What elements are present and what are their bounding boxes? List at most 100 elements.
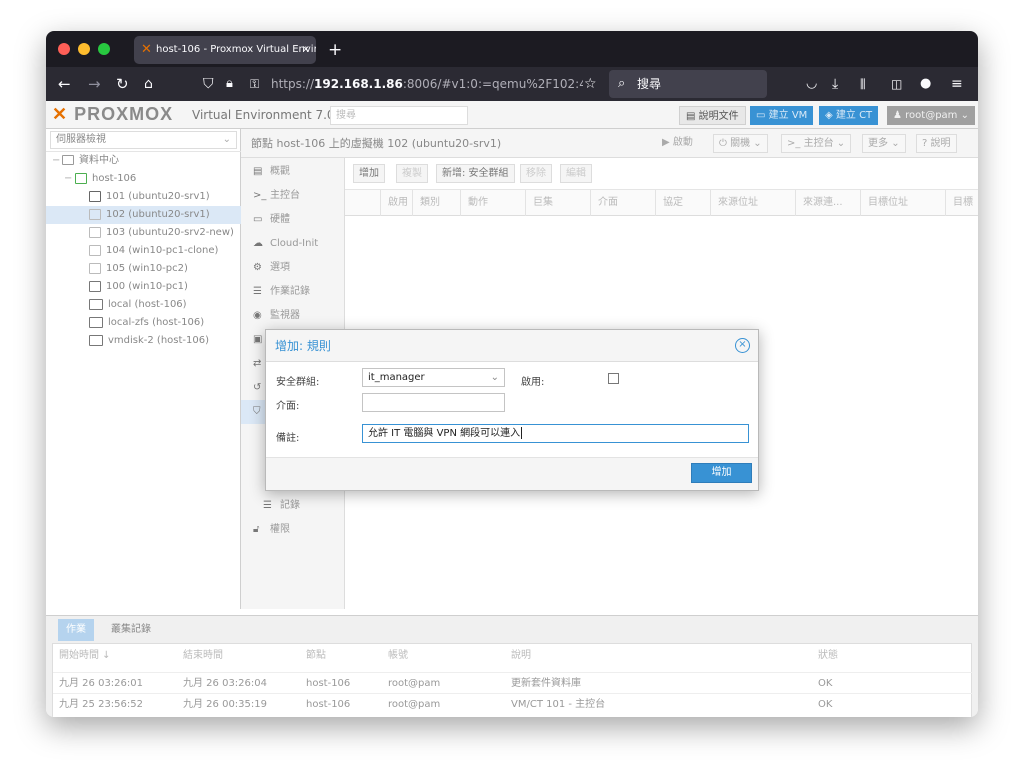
tab-tasks[interactable]: 作業 bbox=[58, 619, 94, 641]
pocket-icon[interactable]: ◡ bbox=[806, 67, 817, 101]
menu-icon[interactable]: ≡ bbox=[951, 67, 963, 101]
create-ct-label: 建立 CT bbox=[835, 110, 873, 121]
console-button[interactable]: >_ 主控台 ⌄ bbox=[781, 134, 852, 153]
user-menu-button[interactable]: ♟ root@pam ⌄ bbox=[887, 106, 975, 125]
start-button[interactable]: ▶ 啟動 bbox=[657, 134, 698, 153]
library-icon[interactable]: ⫼ bbox=[860, 67, 866, 101]
more-button[interactable]: 更多 ⌄ bbox=[862, 134, 906, 153]
vm-stopped-icon bbox=[89, 263, 101, 274]
nav-item-hardware[interactable]: ▭ 硬體 bbox=[241, 208, 345, 232]
tree-item-vm[interactable]: 101 (ubuntu20-srv1) bbox=[46, 188, 241, 206]
vm-stopped-icon bbox=[89, 209, 101, 220]
list-icon: ☰ bbox=[263, 500, 272, 511]
tree-item-datacenter[interactable]: − 資料中心 bbox=[46, 152, 241, 170]
tree-item-label: 101 (ubuntu20-srv1) bbox=[106, 191, 210, 202]
interface-input[interactable] bbox=[362, 393, 505, 412]
sidebar-icon[interactable]: ◫ bbox=[891, 67, 902, 101]
col-header[interactable]: 目標 bbox=[945, 190, 978, 216]
col-header[interactable]: 類別 bbox=[412, 190, 460, 216]
browser-search-box[interactable]: ⌕ 搜尋 bbox=[609, 70, 767, 98]
col-header[interactable]: 說明 bbox=[511, 644, 531, 668]
bookmark-star-icon[interactable]: ☆ bbox=[584, 67, 597, 101]
account-icon[interactable]: ● bbox=[920, 67, 931, 101]
tree-item-storage[interactable]: local-zfs (host-106) bbox=[46, 314, 241, 332]
insert-security-group-button[interactable]: 新增: 安全群組 bbox=[436, 164, 515, 183]
add-rule-button[interactable]: 增加 bbox=[353, 164, 385, 183]
tab-title: host-106 - Proxmox Virtual Envir bbox=[156, 44, 316, 55]
create-vm-button[interactable]: ▭ 建立 VM bbox=[750, 106, 814, 125]
nav-item-task-history[interactable]: ☰ 作業記錄 bbox=[241, 280, 345, 304]
minimize-window-button[interactable] bbox=[78, 43, 90, 55]
header-search-input[interactable]: 搜尋 bbox=[330, 106, 468, 125]
tab-cluster-log[interactable]: 叢集記錄 bbox=[103, 619, 159, 641]
docs-button[interactable]: ▤ 說明文件 bbox=[679, 106, 746, 125]
col-header[interactable]: 協定 bbox=[655, 190, 710, 216]
permissions-key-icon[interactable]: ⚿ bbox=[250, 67, 259, 101]
help-button[interactable]: ? 說明 bbox=[916, 134, 957, 153]
tree-item-label: 105 (win10-pc2) bbox=[106, 263, 188, 274]
col-header[interactable]: 介面 bbox=[590, 190, 655, 216]
close-window-button[interactable] bbox=[58, 43, 70, 55]
tree-item-storage[interactable]: vmdisk-2 (host-106) bbox=[46, 332, 241, 350]
tree-item-vm-selected[interactable]: 102 (ubuntu20-srv1) bbox=[46, 206, 241, 224]
close-icon[interactable]: × bbox=[735, 338, 750, 353]
shield-icon[interactable]: ⛉ bbox=[203, 67, 214, 101]
view-selector[interactable]: 伺服器檢視 ⌄ bbox=[50, 131, 237, 149]
table-row[interactable]: 九月 26 03:26:01 九月 26 03:26:04 host-106 r… bbox=[53, 672, 973, 693]
docs-label: 說明文件 bbox=[698, 111, 739, 122]
col-header[interactable]: 結束時間 bbox=[183, 644, 223, 668]
tree-item-vm[interactable]: 105 (win10-pc2) bbox=[46, 260, 241, 278]
comment-input[interactable]: 允許 IT 電腦與 VPN 網段可以連入 bbox=[362, 424, 749, 443]
tree-item-node[interactable]: − host-106 bbox=[46, 170, 241, 188]
back-icon[interactable]: ← bbox=[58, 67, 71, 101]
nav-item-console[interactable]: >_ 主控台 bbox=[241, 184, 345, 208]
chevron-down-icon: ⌄ bbox=[960, 110, 969, 121]
col-header[interactable]: 巨集 bbox=[525, 190, 590, 216]
col-header[interactable]: 動作 bbox=[460, 190, 525, 216]
nav-item-options[interactable]: ⚙ 選項 bbox=[241, 256, 345, 280]
tree-item-storage[interactable]: local (host-106) bbox=[46, 296, 241, 314]
tree-item-template[interactable]: 100 (win10-pc1) bbox=[46, 278, 241, 296]
url-bar[interactable]: https://192.168.1.86:8006/#v1:0:=qemu%2F… bbox=[271, 70, 583, 98]
home-icon[interactable]: ⌂ bbox=[144, 67, 153, 101]
table-row[interactable]: 九月 25 23:56:52 九月 26 00:35:19 host-106 r… bbox=[53, 693, 973, 714]
resource-tree-panel: 伺服器檢視 ⌄ − 資料中心 − host-106 101 (ubuntu20-… bbox=[46, 129, 241, 609]
tab-close-icon[interactable]: × bbox=[302, 36, 310, 64]
search-icon: ⌕ bbox=[618, 76, 626, 91]
edit-rule-button[interactable]: 編輯 bbox=[560, 164, 592, 183]
dialog-header: 增加: 規則 × bbox=[266, 330, 758, 362]
downloads-icon[interactable]: ⤓ bbox=[832, 67, 838, 101]
nav-item-permissions[interactable]: 🔓︎ 權限 bbox=[241, 518, 345, 542]
list-icon: ☰ bbox=[253, 286, 262, 297]
shutdown-button[interactable]: ⏻ 關機 ⌄ bbox=[713, 134, 768, 153]
new-tab-button[interactable]: + bbox=[328, 36, 342, 64]
browser-tab[interactable]: ✕ host-106 - Proxmox Virtual Envir × bbox=[134, 36, 316, 64]
nav-item-summary[interactable]: ▤ 概觀 bbox=[241, 160, 345, 184]
tree-item-label: 102 (ubuntu20-srv1) bbox=[106, 209, 210, 220]
security-group-select[interactable]: it_manager ⌄ bbox=[362, 368, 505, 387]
nav-item-cloudinit[interactable]: ☁ Cloud-Init bbox=[241, 232, 345, 256]
nav-label: 選項 bbox=[270, 262, 290, 273]
col-header[interactable]: 來源位址 bbox=[710, 190, 795, 216]
col-header[interactable]: 開始時間 ↓ bbox=[59, 644, 111, 668]
tree-item-vm[interactable]: 104 (win10-pc1-clone) bbox=[46, 242, 241, 260]
copy-rule-button[interactable]: 複製 bbox=[396, 164, 428, 183]
submit-add-button[interactable]: 增加 bbox=[691, 463, 752, 483]
col-header[interactable]: 節點 bbox=[306, 644, 326, 668]
forward-icon[interactable]: → bbox=[88, 67, 101, 101]
enable-checkbox[interactable] bbox=[608, 373, 619, 384]
col-header[interactable]: 來源連... bbox=[795, 190, 860, 216]
nav-item-monitor[interactable]: ◉ 監視器 bbox=[241, 304, 345, 328]
col-header[interactable]: 啟用 bbox=[380, 190, 412, 216]
nav-item-log[interactable]: ☰ 記錄 bbox=[241, 494, 345, 518]
col-header[interactable]: 目標位址 bbox=[860, 190, 945, 216]
reload-icon[interactable]: ↻ bbox=[116, 67, 129, 101]
remove-rule-button[interactable]: 移除 bbox=[520, 164, 552, 183]
create-ct-button[interactable]: ◈ 建立 CT bbox=[819, 106, 879, 125]
col-header[interactable]: 狀態 bbox=[818, 644, 838, 668]
tree-item-vm[interactable]: 103 (ubuntu20-srv2-new) bbox=[46, 224, 241, 242]
maximize-window-button[interactable] bbox=[98, 43, 110, 55]
col-header[interactable]: 帳號 bbox=[388, 644, 408, 668]
more-label: 更多 bbox=[868, 138, 888, 149]
lock-icon[interactable]: 🔒︎ bbox=[226, 67, 233, 101]
